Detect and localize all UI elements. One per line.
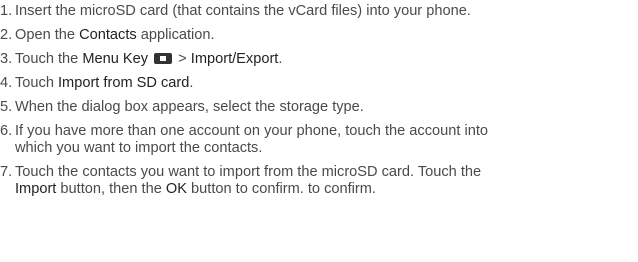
import-export-label: Import/Export <box>190 51 279 67</box>
menu-key-icon <box>154 53 173 64</box>
step-3: 3. Touch the Menu Key > Import/Export. <box>0 51 638 68</box>
step-text: . <box>278 51 283 67</box>
step-number: 1. <box>0 3 13 19</box>
step-text: Touch <box>15 75 58 91</box>
step-text: button to confirm. to confirm. <box>187 181 376 197</box>
step-text: Open the <box>15 27 80 43</box>
step-7: 7. Touch the contacts you want to import… <box>0 164 638 198</box>
step-text: Touch the <box>15 51 83 67</box>
step-text: button, then the <box>56 181 166 197</box>
step-text: When the dialog box appears, select the … <box>15 99 364 115</box>
step-4: 4. Touch Import from SD card. <box>0 75 638 92</box>
step-text: . <box>189 75 194 91</box>
step-number: 4. <box>0 75 13 91</box>
step-text-line-1: Touch the contacts you want to import fr… <box>15 164 482 180</box>
step-text-line-2: which you want to import the contacts. <box>15 140 263 156</box>
ok-button-label: OK <box>165 181 187 197</box>
step-text: application. <box>136 27 215 43</box>
step-number: 2. <box>0 27 13 43</box>
step-2: 2. Open the Contacts application. <box>0 27 638 44</box>
contacts-app-name: Contacts <box>79 27 137 43</box>
step-separator: > <box>174 51 191 67</box>
step-1: 1. Insert the microSD card (that contain… <box>0 3 638 20</box>
step-number: 6. <box>0 123 13 139</box>
step-text: Insert the microSD card (that contains t… <box>15 3 471 19</box>
step-number: 3. <box>0 51 13 67</box>
import-from-sd-label: Import from SD card <box>58 75 190 91</box>
step-number: 7. <box>0 164 13 180</box>
step-number: 5. <box>0 99 13 115</box>
instruction-list: 1. Insert the microSD card (that contain… <box>0 3 638 205</box>
step-5: 5. When the dialog box appears, select t… <box>0 99 638 116</box>
import-button-label: Import <box>15 181 57 197</box>
step-text-line-1: If you have more than one account on you… <box>15 123 488 139</box>
menu-key-label: Menu Key <box>82 51 149 67</box>
step-6: 6. If you have more than one account on … <box>0 123 638 157</box>
